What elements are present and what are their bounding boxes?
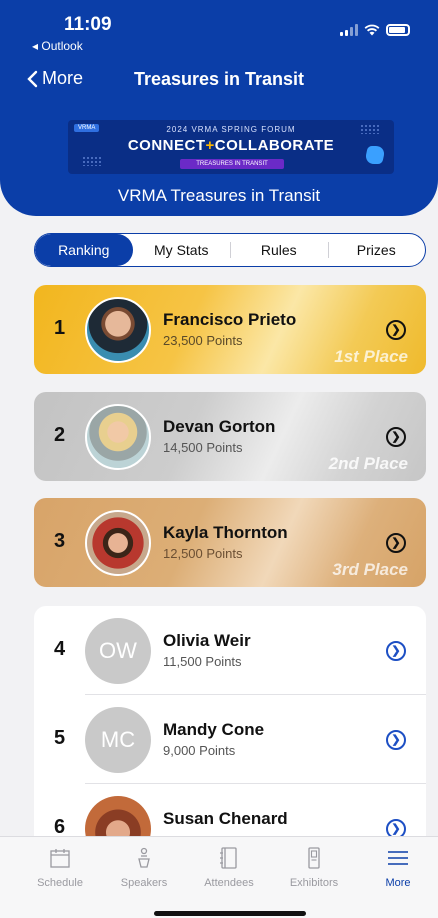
status-bar: 11:09 ◂ Outlook (0, 12, 438, 58)
calendar-icon (50, 849, 70, 868)
avatar: MC (85, 707, 151, 773)
tab-my-stats[interactable]: My Stats (133, 234, 231, 266)
back-to-outlook-link[interactable]: ◂ Outlook (32, 39, 83, 53)
event-banner: VRMA 2024 VRMA SPRING FORUM CONNECT+COLL… (68, 120, 394, 174)
tab-speakers[interactable]: Speakers (104, 845, 184, 889)
battery-icon (386, 24, 410, 36)
chevron-right-circle-icon[interactable]: ❯ (386, 641, 406, 661)
tab-more[interactable]: More (358, 845, 438, 889)
tab-label: Schedule (37, 877, 83, 889)
tab-ranking[interactable]: Ranking (35, 234, 133, 266)
status-icons (340, 24, 410, 36)
player-name: Olivia Weir (163, 631, 251, 650)
banner-strip: TREASURES IN TRANSIT (180, 159, 284, 169)
tab-rules[interactable]: Rules (230, 234, 328, 266)
player-name: Devan Gorton (163, 417, 276, 436)
tab-label: Exhibitors (289, 877, 339, 889)
banner-headline: CONNECT+COLLABORATE (127, 137, 335, 154)
player-points: 14,500 Points (163, 440, 243, 455)
player-name: Susan Chenard (163, 809, 288, 828)
page-title: Treasures in Transit (133, 69, 305, 89)
tab-prizes[interactable]: Prizes (327, 234, 426, 266)
tab-label: Speakers (120, 877, 168, 889)
nav-bar: More Treasures in Transit (0, 66, 438, 96)
rank-number: 4 (54, 638, 66, 660)
tab-schedule[interactable]: Schedule (20, 845, 100, 889)
chevron-right-circle-icon[interactable]: ❯ (386, 533, 406, 553)
rank-number: 1 (54, 317, 66, 339)
rank-number: 3 (54, 530, 66, 552)
leaderboard-card-1[interactable]: 1 Francisco Prieto 23,500 Points ❯ 1st P… (34, 285, 426, 374)
wifi-icon (364, 24, 380, 36)
chevron-right-circle-icon[interactable]: ❯ (386, 320, 406, 340)
player-points: 9,000 Points (163, 743, 236, 758)
list-item[interactable]: 4 OW Olivia Weir 11,500 Points ❯ (34, 606, 426, 695)
player-name: Kayla Thornton (163, 523, 288, 542)
event-name: VRMA Treasures in Transit (117, 186, 321, 205)
rank-number: 2 (54, 424, 66, 446)
chevron-right-circle-icon[interactable]: ❯ (386, 730, 406, 750)
chevron-right-circle-icon[interactable]: ❯ (386, 427, 406, 447)
place-label: 3rd Place (332, 560, 408, 579)
avatar: OW (85, 618, 151, 684)
list-item[interactable]: 5 MC Mandy Cone 9,000 Points ❯ (34, 695, 426, 784)
home-indicator (154, 911, 306, 916)
avatar (85, 404, 151, 470)
book-icon (220, 847, 237, 869)
status-time: 11:09 (64, 14, 112, 35)
leaderboard-card-3[interactable]: 3 Kayla Thornton 12,500 Points ❯ 3rd Pla… (34, 498, 426, 587)
place-label: 2nd Place (328, 454, 408, 473)
player-points: 23,500 Points (163, 333, 243, 348)
leaderboard-card-2[interactable]: 2 Devan Gorton 14,500 Points ❯ 2nd Place (34, 392, 426, 481)
menu-icon (388, 851, 408, 865)
rank-number: 5 (54, 727, 66, 749)
segmented-tabs: Ranking My Stats Rules Prizes (34, 233, 426, 267)
header: 11:09 ◂ Outlook More Treasures in Transi… (0, 0, 438, 216)
booth-icon (308, 847, 320, 869)
avatar (85, 297, 151, 363)
cellular-signal-icon (340, 24, 358, 36)
player-name: Mandy Cone (163, 720, 265, 739)
banner-subtitle: 2024 VRMA SPRING FORUM (166, 125, 296, 134)
bottom-tab-bar: Schedule Speakers Attendees Exhibitors M… (0, 836, 438, 918)
player-points: 12,500 Points (163, 546, 243, 561)
banner-dots-decoration (82, 156, 102, 166)
tab-exhibitors[interactable]: Exhibitors (274, 845, 354, 889)
tab-label: More (385, 877, 411, 889)
tab-label: Attendees (204, 877, 254, 889)
player-points: 11,500 Points (163, 654, 242, 669)
player-name: Francisco Prieto (163, 310, 297, 329)
tab-attendees[interactable]: Attendees (189, 845, 269, 889)
banner-shape-decoration (364, 146, 386, 164)
avatar (85, 510, 151, 576)
leaderboard-list: 4 OW Olivia Weir 11,500 Points ❯ 5 MC Ma… (34, 606, 426, 856)
place-label: 1st Place (334, 347, 408, 366)
speaker-icon (138, 847, 150, 868)
